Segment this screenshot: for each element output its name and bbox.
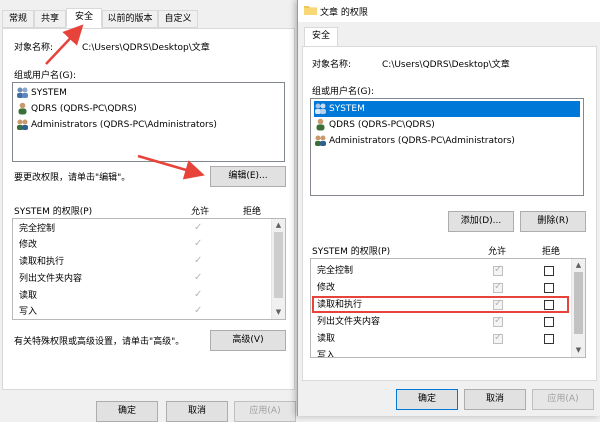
advanced-hint: 有关特殊权限或高级设置，请单击"高级"。 [14,337,185,347]
permission-row: 修改 [19,240,38,250]
check-icon: ✓ [494,264,503,275]
properties-dialog: 常规 共享 安全 以前的版本 自定义 对象名称: C:\Users\QDRS\D… [0,0,297,422]
permission-row: 写入 [19,307,38,317]
object-name-label: 对象名称: [14,43,54,53]
scrollbar[interactable]: ▲ ▼ [271,219,285,319]
user-list[interactable]: SYSTEM QDRS (QDRS-PC\QDRS) Administrator… [12,82,285,162]
deny-checkbox[interactable] [544,317,554,327]
scroll-down-icon[interactable]: ▼ [272,306,285,318]
allow-check-icon: ✓ [194,289,203,300]
scroll-down-icon[interactable]: ▼ [572,344,585,356]
tab-security[interactable]: 安全 [66,8,102,28]
cancel-button[interactable]: 取消 [166,401,228,422]
permission-row: 写入 [317,351,336,358]
group-label: 组或用户名(G): [14,71,77,81]
scrollbar[interactable]: ▲ ▼ [571,259,585,357]
permission-row: 完全控制 [317,266,354,276]
permission-row: 完全控制 [19,224,56,234]
list-item[interactable]: SYSTEM [16,85,67,101]
dialog-title: 文章 的权限 [320,8,368,18]
user-list[interactable]: SYSTEM QDRS (QDRS-PC\QDRS) Administrator… [310,98,584,196]
allow-check-icon: ✓ [194,305,203,316]
deny-header: 拒绝 [542,247,561,257]
user-icon [16,102,29,115]
list-item[interactable]: QDRS (QDRS-PC\QDRS) [314,117,435,133]
permission-row: 读取 [317,334,336,344]
edit-hint: 要更改权限，请单击"编辑"。 [14,173,131,183]
scroll-thumb[interactable] [574,272,583,334]
ok-button[interactable]: 确定 [96,401,158,422]
object-name-label: 对象名称: [312,60,352,70]
edit-button[interactable]: 编辑(E)... [210,166,286,187]
tab-sharing[interactable]: 共享 [34,10,66,28]
list-item[interactable]: QDRS (QDRS-PC\QDRS) [16,101,137,117]
users-icon [16,86,29,99]
permissions-title: SYSTEM 的权限(P) [14,207,93,217]
allow-header: 允许 [191,207,210,217]
check-icon: ✓ [494,315,503,326]
apply-button[interactable]: 应用(A) [532,389,594,410]
permission-row: 修改 [317,283,336,293]
check-icon: ✓ [494,332,503,343]
user-icon [314,118,327,131]
ok-button[interactable]: 确定 [396,389,458,410]
permission-row: 读取 [19,291,38,301]
tab-customize[interactable]: 自定义 [158,10,198,28]
check-icon: ✓ [494,281,503,292]
users-icon [16,118,29,131]
allow-check-icon: ✓ [194,272,203,283]
deny-header: 拒绝 [243,207,262,217]
object-path: C:\Users\QDRS\Desktop\文章 [382,60,510,70]
tab-previous-versions[interactable]: 以前的版本 [102,10,158,28]
users-icon [314,134,327,147]
remove-button[interactable]: 删除(R) [520,211,586,232]
list-item[interactable]: Administrators (QDRS-PC\Administrators) [16,117,217,133]
highlight-box [312,296,569,313]
permissions-dialog: 文章 的权限 安全 对象名称: C:\Users\QDRS\Desktop\文章… [297,0,600,416]
tab-general[interactable]: 常规 [2,10,34,28]
users-icon [314,102,327,115]
scroll-thumb[interactable] [274,232,283,298]
add-button[interactable]: 添加(D)... [448,211,514,232]
deny-checkbox[interactable] [544,266,554,276]
permission-row: 列出文件夹内容 [317,317,381,327]
permissions-list: 完全控制 修改 读取和执行 列出文件夹内容 读取 写入 ✓ ✓ ✓ ✓ ✓ ✓ … [12,218,286,320]
object-path: C:\Users\QDRS\Desktop\文章 [82,43,210,53]
advanced-button[interactable]: 高级(V) [210,330,286,351]
apply-button[interactable]: 应用(A) [234,401,296,422]
list-item-selected[interactable]: SYSTEM [314,101,580,117]
allow-check-icon: ✓ [194,238,203,249]
deny-checkbox[interactable] [544,283,554,293]
scroll-up-icon[interactable]: ▲ [272,219,285,231]
permissions-title: SYSTEM 的权限(P) [312,247,391,257]
permission-row: 读取和执行 [19,257,65,267]
tab-security[interactable]: 安全 [304,27,338,47]
allow-check-icon: ✓ [194,222,203,233]
scroll-up-icon[interactable]: ▲ [572,259,585,271]
group-label: 组或用户名(G): [312,87,375,97]
allow-header: 允许 [488,247,507,257]
permission-row: 列出文件夹内容 [19,274,83,284]
folder-icon [304,4,317,15]
permissions-list: 完全控制 修改 读取和执行 列出文件夹内容 读取 写入 ✓ ✓ ✓ ✓ ✓ ▲ … [310,258,586,358]
cancel-button[interactable]: 取消 [464,389,526,410]
allow-check-icon: ✓ [194,255,203,266]
list-item[interactable]: Administrators (QDRS-PC\Administrators) [314,133,515,149]
deny-checkbox[interactable] [544,334,554,344]
